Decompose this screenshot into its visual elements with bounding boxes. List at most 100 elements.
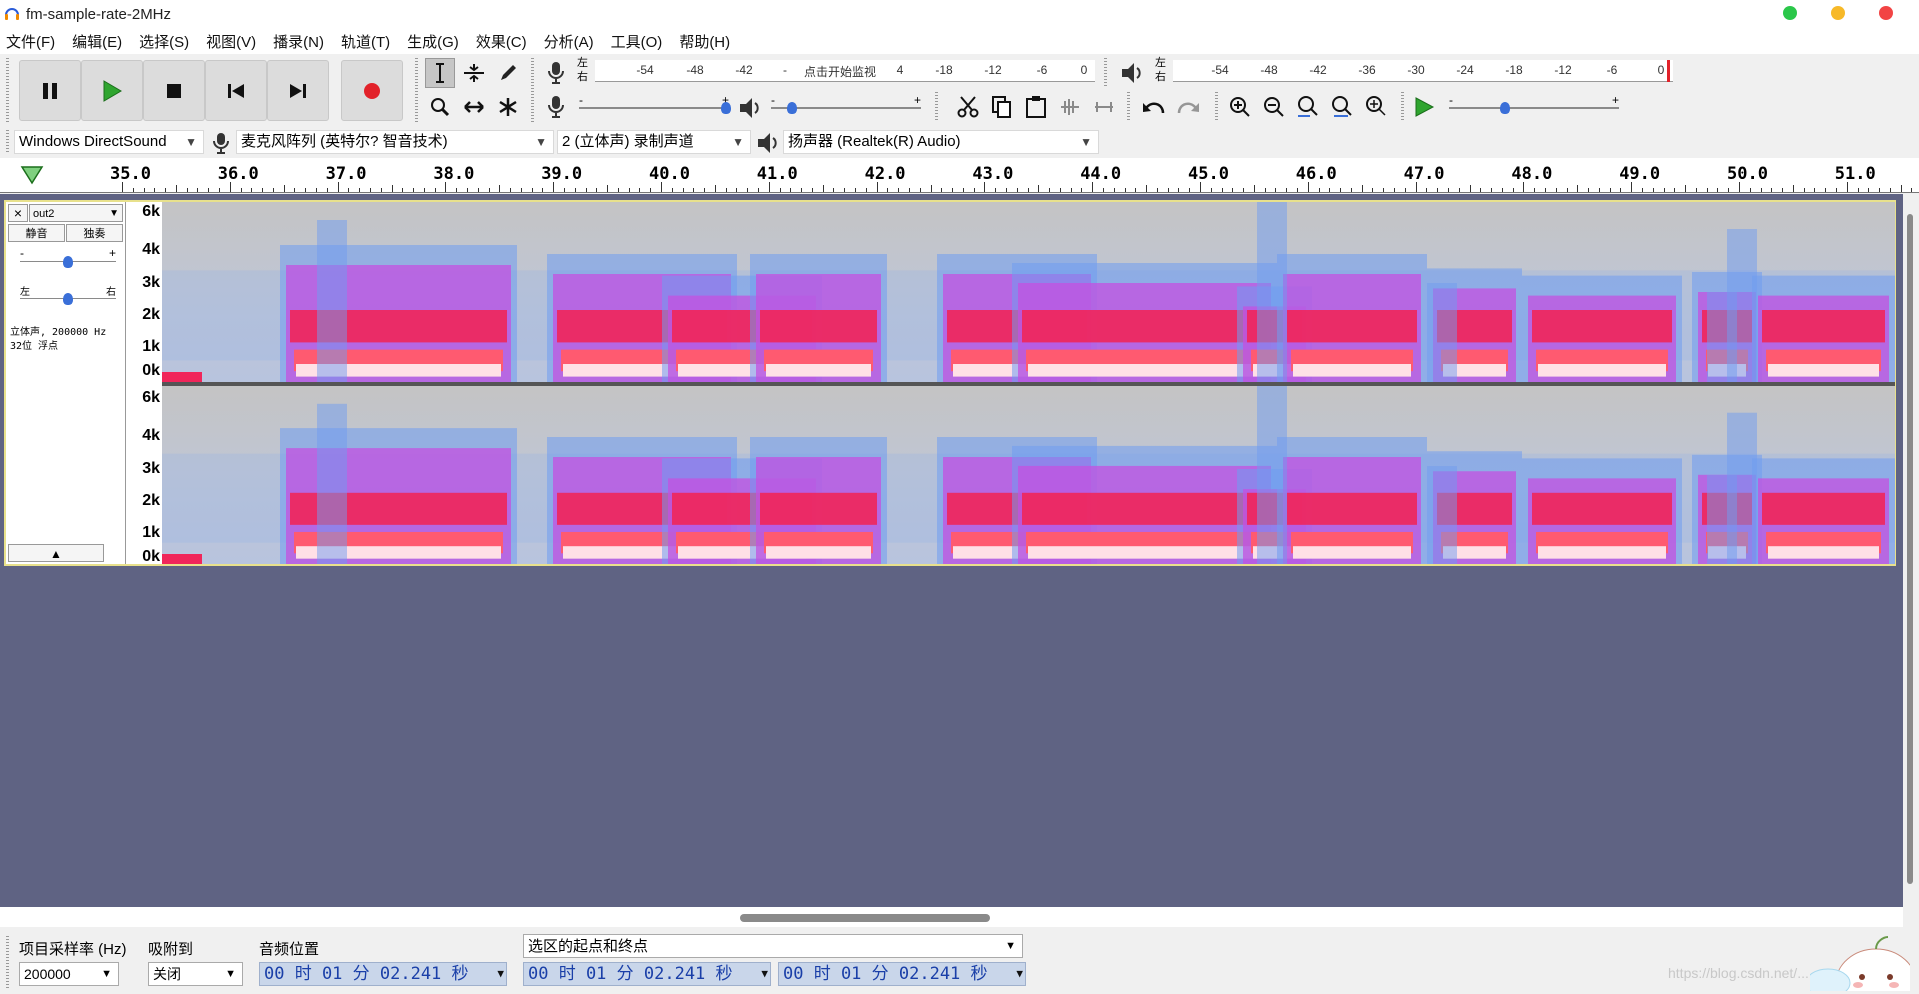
ruler-minor-tick [1771, 188, 1773, 192]
pinned-play-head-icon[interactable] [20, 164, 44, 186]
menu-select[interactable]: 选择(S) [139, 31, 189, 52]
ruler-minor-tick [1318, 188, 1320, 192]
snap-to-dropdown[interactable]: 关闭 ▼ [148, 962, 243, 986]
mascot-sticker [1805, 933, 1917, 994]
close-button[interactable] [1879, 6, 1893, 20]
playback-speed-slider[interactable]: - + [1449, 93, 1619, 114]
maximize-button[interactable] [1831, 6, 1845, 20]
ruler-minor-tick [1911, 188, 1913, 192]
track-close-button[interactable]: × [8, 204, 28, 222]
ruler-minor-tick [316, 188, 318, 192]
slider-knob[interactable] [787, 102, 797, 114]
vertical-scrollbar[interactable] [1903, 194, 1919, 907]
audio-position-timecode[interactable]: 00 时 01 分 02.241 秒 ▼ [259, 962, 507, 986]
selection-mode-dropdown[interactable]: 选区的起点和终点 ▼ [523, 934, 1023, 958]
zoom-out-button[interactable] [1259, 92, 1289, 122]
slider-knob[interactable] [63, 293, 73, 305]
scissors-icon [957, 96, 979, 118]
redo-button[interactable] [1173, 92, 1203, 122]
copy-button[interactable] [987, 92, 1017, 122]
horizontal-scroll-thumb[interactable] [740, 914, 990, 922]
fit-project-button[interactable] [1327, 92, 1357, 122]
horizontal-scrollbar[interactable] [0, 907, 1903, 927]
selection-end-timecode[interactable]: 00 时 01 分 02.241 秒 ▼ [778, 962, 1026, 986]
paste-button[interactable] [1021, 92, 1051, 122]
zoom-in-button[interactable] [1225, 92, 1255, 122]
ruler-minor-tick [1307, 182, 1309, 192]
ruler-minor-tick [1555, 188, 1557, 192]
play-button[interactable] [81, 60, 143, 121]
ruler-minor-tick [941, 188, 943, 192]
minimize-button[interactable] [1783, 6, 1797, 20]
cut-button[interactable] [953, 92, 983, 122]
timeshift-tool[interactable] [459, 92, 489, 122]
menu-file[interactable]: 文件(F) [6, 31, 55, 52]
recording-device-dropdown[interactable]: 麦克风阵列 (英特尔? 智音技术) ▼ [236, 130, 554, 154]
audio-track[interactable]: × out2 ▼ 静音 独奏 - + 左 右 立体声, 200000 Hz 32位… [4, 200, 1896, 566]
zoom-toggle-button[interactable] [1361, 92, 1391, 122]
ruler-minor-tick [1167, 188, 1169, 192]
slider-knob[interactable] [63, 256, 73, 268]
slider-knob[interactable] [721, 102, 731, 114]
timeline-ruler[interactable]: 35.0 36.0 37.0 38.0 39.0 40.0 41.0 42.0 43.0 44.0… [0, 158, 1919, 193]
menu-effect[interactable]: 效果(C) [476, 31, 527, 52]
trim-button[interactable] [1055, 92, 1085, 122]
play-at-speed-button[interactable] [1409, 92, 1439, 122]
zoom-tool[interactable] [425, 92, 455, 122]
solo-button[interactable]: 独奏 [66, 224, 123, 242]
microphone-icon[interactable] [545, 60, 567, 86]
skip-start-button[interactable] [205, 60, 267, 121]
menu-view[interactable]: 视图(V) [206, 31, 256, 52]
menu-tools[interactable]: 工具(O) [611, 31, 663, 52]
selection-start-timecode[interactable]: 00 时 01 分 02.241 秒 ▼ [523, 962, 771, 986]
silence-button[interactable] [1089, 92, 1119, 122]
fit-selection-button[interactable] [1293, 92, 1323, 122]
ruler-tick-label: 41.0 [756, 164, 798, 184]
meter-tick: 4 [896, 63, 904, 77]
record-volume-slider[interactable]: - + [579, 93, 731, 114]
multi-tool[interactable] [493, 92, 523, 122]
menu-edit[interactable]: 编辑(E) [72, 31, 122, 52]
slider-knob[interactable] [1500, 102, 1510, 114]
track-area[interactable]: × out2 ▼ 静音 独奏 - + 左 右 立体声, 200000 Hz 32位… [0, 194, 1903, 907]
selection-tool[interactable] [425, 58, 455, 88]
spectrogram-right-channel[interactable] [162, 386, 1895, 564]
speaker-icon[interactable] [1119, 60, 1145, 86]
gain-slider[interactable]: - + [20, 246, 116, 268]
spectrogram-left-channel[interactable] [162, 202, 1895, 382]
project-rate-dropdown[interactable]: 200000 ▼ [19, 962, 119, 986]
audio-host-dropdown[interactable]: Windows DirectSound ▼ [14, 130, 204, 154]
record-button[interactable] [341, 60, 403, 121]
menu-help[interactable]: 帮助(H) [679, 31, 730, 52]
pause-button[interactable] [19, 60, 81, 121]
envelope-tool[interactable] [459, 58, 489, 88]
toolbar-grip[interactable] [6, 58, 9, 122]
ruler-minor-tick [1523, 182, 1525, 192]
collapse-track-button[interactable]: ▲ [8, 544, 104, 562]
chevron-down-icon: ▼ [761, 967, 768, 980]
track-menu-button[interactable]: out2 ▼ [29, 204, 123, 222]
vertical-scroll-thumb[interactable] [1907, 214, 1913, 884]
mute-button[interactable]: 静音 [8, 224, 65, 242]
menu-generate[interactable]: 生成(G) [407, 31, 459, 52]
playback-device-dropdown[interactable]: 扬声器 (Realtek(R) Audio) ▼ [783, 130, 1099, 154]
ruler-minor-tick [229, 182, 231, 192]
menu-analyze[interactable]: 分析(A) [544, 31, 594, 52]
menu-tracks[interactable]: 轨道(T) [341, 31, 390, 52]
ruler-minor-tick [1760, 188, 1762, 192]
pan-slider[interactable]: 左 右 [20, 287, 116, 305]
stop-icon [167, 83, 181, 98]
playback-meter[interactable]: -54 -48 -42 -36 -30 -24 -18 -12 -6 0 [1173, 60, 1673, 82]
undo-button[interactable] [1139, 92, 1169, 122]
record-meter[interactable]: -54 -48 -42 - 点击开始监视 4 -18 -12 -6 0 [595, 60, 1095, 82]
ruler-tick-label: 40.0 [649, 164, 690, 184]
meter-tick: -12 [1554, 63, 1572, 77]
menu-transport[interactable]: 播录(N) [273, 31, 324, 52]
ruler-minor-tick [1049, 188, 1051, 192]
stop-button[interactable] [143, 60, 205, 121]
ruler-minor-tick [736, 188, 738, 192]
skip-end-button[interactable] [267, 60, 329, 121]
recording-channels-dropdown[interactable]: 2 (立体声) 录制声道 ▼ [557, 130, 751, 154]
draw-tool[interactable] [493, 58, 523, 88]
playback-volume-slider[interactable]: - + [771, 93, 921, 114]
